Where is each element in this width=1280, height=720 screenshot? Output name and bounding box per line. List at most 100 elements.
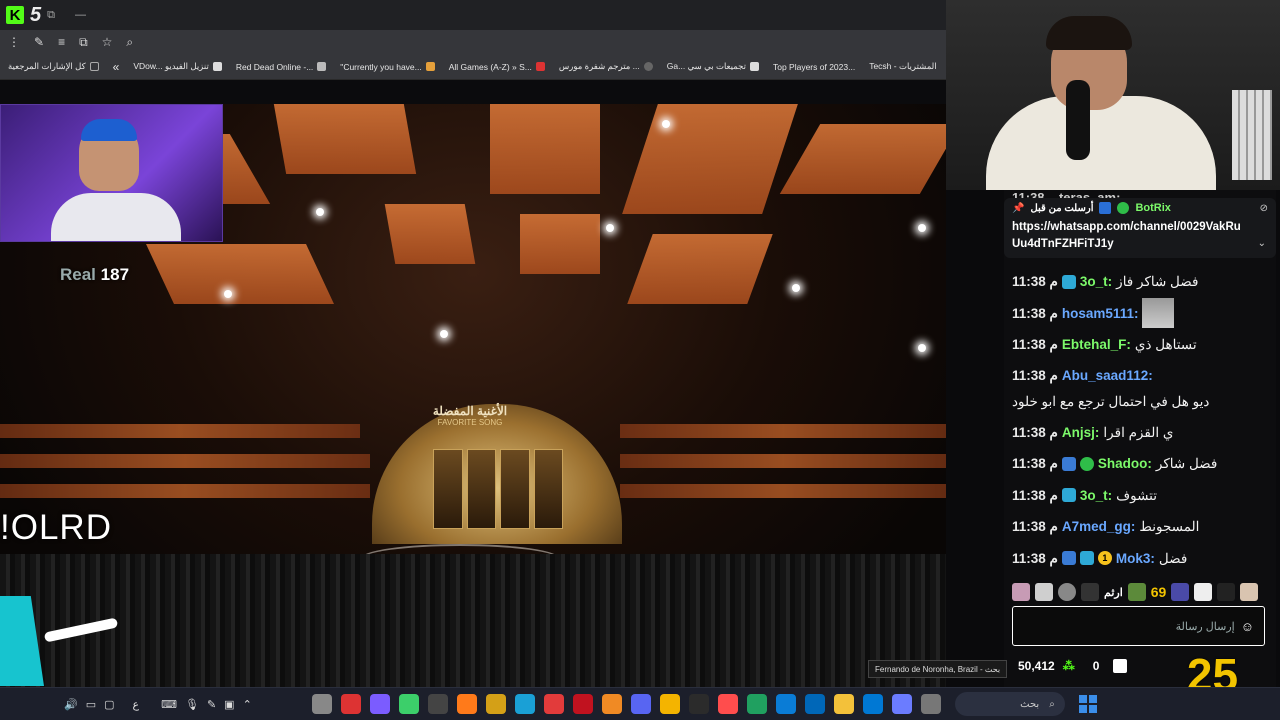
pinned-link[interactable]: https://whatsapp.com/channel/0029VakRuUu… (1012, 219, 1242, 252)
pinned-user[interactable]: BotRix (1135, 202, 1170, 214)
stage-sign-arabic: الأغنية المفضلة (432, 404, 508, 418)
volume-icon[interactable]: 🔊 (64, 698, 78, 711)
taskbar-app-icon[interactable] (543, 694, 564, 714)
taskbar-app-icon[interactable] (775, 694, 796, 714)
bookmark-item[interactable]: مترجم شفرة مورس ... (559, 61, 653, 72)
message-timestamp: 11:38 م (1012, 305, 1058, 321)
bookmark-all[interactable]: كل الإشارات المرجعية (8, 61, 99, 72)
chevron-left-icon[interactable]: « (113, 60, 120, 74)
mic-icon[interactable]: 🎙 (185, 698, 199, 711)
bookmark-item[interactable]: Red Dead Online -... (236, 62, 327, 72)
ceiling-panel (622, 104, 798, 214)
taskbar-app-icon[interactable] (456, 694, 477, 714)
bookmark-item[interactable]: Ga... تجميعات بي سي (667, 61, 759, 72)
taskbar-app-icon[interactable] (340, 694, 361, 714)
channel-points[interactable]: 50,412 (1018, 659, 1055, 673)
emote-number[interactable]: 69 (1151, 584, 1167, 600)
message-username[interactable]: Anjsj: (1062, 417, 1100, 449)
extension-icon[interactable]: ✎ (34, 35, 44, 49)
message-username[interactable]: Mok3: (1116, 543, 1155, 575)
taskbar-app-icon[interactable] (485, 694, 506, 714)
taskbar-app-icon[interactable] (427, 694, 448, 714)
windows-start-icon[interactable] (1078, 695, 1097, 713)
zoom-icon[interactable]: ⌕ (126, 35, 133, 50)
emote-icon[interactable] (1012, 583, 1030, 601)
message-username[interactable]: A7med_gg: (1062, 511, 1136, 543)
chat-message: 11:38 م Shadoo: فضل شاكر (1012, 448, 1274, 480)
bookmark-item[interactable]: Top Players of 2023... (773, 62, 855, 72)
balcony (0, 424, 360, 438)
chevron-up-icon[interactable]: ⌃ (243, 698, 252, 711)
emote-icon[interactable] (1035, 583, 1053, 601)
emote-icon[interactable] (1194, 583, 1213, 601)
message-username[interactable]: Abu_saad112: (1062, 365, 1153, 387)
screenshot-icon[interactable]: ⧉ (79, 35, 88, 50)
taskbar-app-icon[interactable] (630, 694, 651, 714)
rdr-icon (317, 62, 327, 71)
message-username[interactable]: Ebtehal_F: (1062, 329, 1131, 361)
stream-player[interactable]: الأغنية المفضلة FAVORITE SONG Real 187 !… (0, 80, 946, 687)
taskbar-search[interactable]: بحث ⌕ (954, 692, 1065, 716)
bookmark-item[interactable]: Tecsh - المشتريات (869, 61, 936, 72)
keyboard-icon[interactable]: ⌨ (161, 698, 177, 711)
language-indicator[interactable]: ع (133, 698, 140, 711)
taskbar-app-icon[interactable] (311, 694, 332, 714)
emote-icon[interactable] (1081, 583, 1099, 601)
network-icon[interactable]: ▭ (86, 698, 96, 711)
bookmark-item[interactable]: "Currently you have... (340, 62, 435, 72)
emote-icon[interactable] (1217, 583, 1236, 601)
reading-list-icon[interactable]: ≡ (58, 35, 65, 49)
taskbar-app-icon[interactable] (659, 694, 680, 714)
taskbar-app-icon[interactable] (920, 694, 941, 714)
message-username[interactable]: 3o_t: (1080, 480, 1112, 512)
gift-icon[interactable] (1113, 659, 1128, 673)
ceiling-light (440, 330, 448, 338)
taskbar-app-icon[interactable] (572, 694, 593, 714)
taskbar-app-icon[interactable] (804, 694, 825, 714)
tray-icon[interactable]: ▣ (224, 698, 234, 711)
tab-count[interactable]: 5 (30, 4, 41, 27)
pen-icon[interactable]: ✎ (207, 698, 216, 711)
message-username[interactable]: Shadoo: (1098, 448, 1152, 480)
emote-icon[interactable] (1058, 583, 1076, 601)
taskbar-app-icon[interactable] (688, 694, 709, 714)
taskbar-app-icon[interactable] (833, 694, 854, 714)
bookmark-item[interactable]: VDow... تنزيل الفيديو (133, 61, 222, 72)
emote-icon[interactable] (1127, 583, 1146, 601)
stage-sign: الأغنية المفضلة FAVORITE SONG (410, 404, 530, 427)
menu-dots-icon[interactable]: ⋮ (8, 35, 20, 49)
display-icon[interactable]: ▢ (104, 698, 114, 711)
ceiling-panel (490, 104, 600, 194)
message-text: تستاهل ذي (1134, 337, 1197, 352)
message-username[interactable]: hosam5111: (1062, 298, 1139, 330)
emoji-picker-icon[interactable]: ☺ (1241, 619, 1254, 634)
ceiling-light (918, 224, 926, 232)
minimize-icon[interactable]: — (75, 9, 86, 21)
kick-logo-icon[interactable]: K (6, 6, 24, 24)
stage-sign-english: FAVORITE SONG (437, 418, 503, 427)
taskbar-app-icon[interactable] (862, 694, 883, 714)
emote-text[interactable]: ارثم (1104, 586, 1123, 599)
ceiling-panel (779, 124, 946, 194)
bookmark-star-icon[interactable]: ☆ (102, 35, 113, 49)
taskbar-app-icon[interactable] (891, 694, 912, 714)
pinned-message[interactable]: 📌 أرسلت من قبل BotRix ⊘ https://whatsapp… (1004, 198, 1276, 258)
taskbar-app-icon[interactable] (514, 694, 535, 714)
chevron-down-icon[interactable]: ⌄ (1258, 238, 1266, 249)
balcony (620, 484, 946, 498)
hide-pinned-icon[interactable]: ⊘ (1260, 203, 1268, 214)
taskbar-app-icon[interactable] (717, 694, 738, 714)
taskbar-app-icon[interactable] (369, 694, 390, 714)
message-image[interactable] (1142, 298, 1175, 329)
emote-icon[interactable] (1240, 583, 1259, 601)
chat-input[interactable]: إرسال رسالة ☺ (1012, 606, 1265, 646)
bookmark-item[interactable]: All Games (A-Z) » S... (449, 62, 545, 72)
emote-icon[interactable] (1171, 583, 1190, 601)
taskbar-app-icon[interactable] (398, 694, 419, 714)
taskbar-app-icon[interactable] (746, 694, 767, 714)
taskbar-app-icon[interactable] (601, 694, 622, 714)
tab-copy-icon[interactable]: ⧉ (47, 9, 55, 22)
pc-icon (749, 62, 759, 71)
ceiling-panel (520, 214, 600, 274)
message-username[interactable]: 3o_t: (1080, 266, 1112, 298)
